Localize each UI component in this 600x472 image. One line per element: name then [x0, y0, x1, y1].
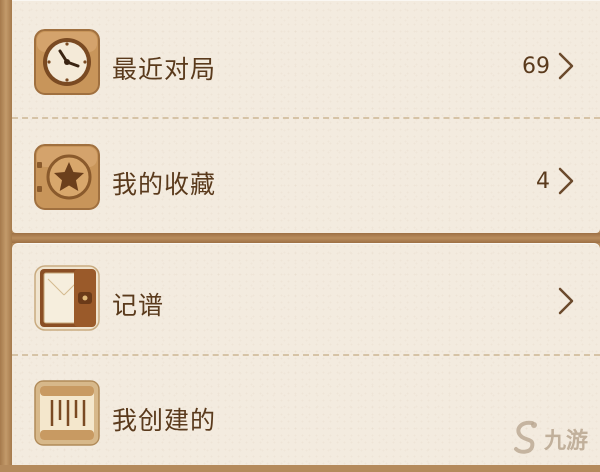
clock-icon	[34, 29, 100, 95]
star-badge-icon	[34, 144, 100, 210]
menu-item-label: 我的收藏	[112, 170, 217, 199]
swirl-logo-icon	[514, 420, 537, 454]
board-icon	[34, 380, 100, 446]
menu-group-records: 记谱 我创建的 九游	[12, 243, 600, 465]
watermark: 九游	[510, 417, 590, 457]
watermark-text: 九游	[544, 429, 589, 454]
menu-item-label: 我创建的	[112, 406, 217, 435]
menu-item-label: 记谱	[112, 291, 165, 320]
menu-item-record-game[interactable]: 记谱	[12, 243, 600, 359]
menu-item-recent-games[interactable]: 最近对局 69	[12, 0, 600, 116]
menu-item-count: 69	[522, 54, 550, 79]
chevron-right-icon	[558, 52, 574, 80]
section-separator	[12, 233, 600, 243]
menu-item-favorites[interactable]: 我的收藏 4	[12, 119, 600, 235]
chevron-right-icon	[558, 287, 574, 315]
book-icon	[34, 265, 100, 331]
chevron-right-icon	[558, 167, 574, 195]
menu-item-label: 最近对局	[112, 55, 217, 84]
menu-group-history: 最近对局 69 我的收藏 4	[12, 0, 600, 233]
menu-item-count: 4	[536, 169, 550, 194]
